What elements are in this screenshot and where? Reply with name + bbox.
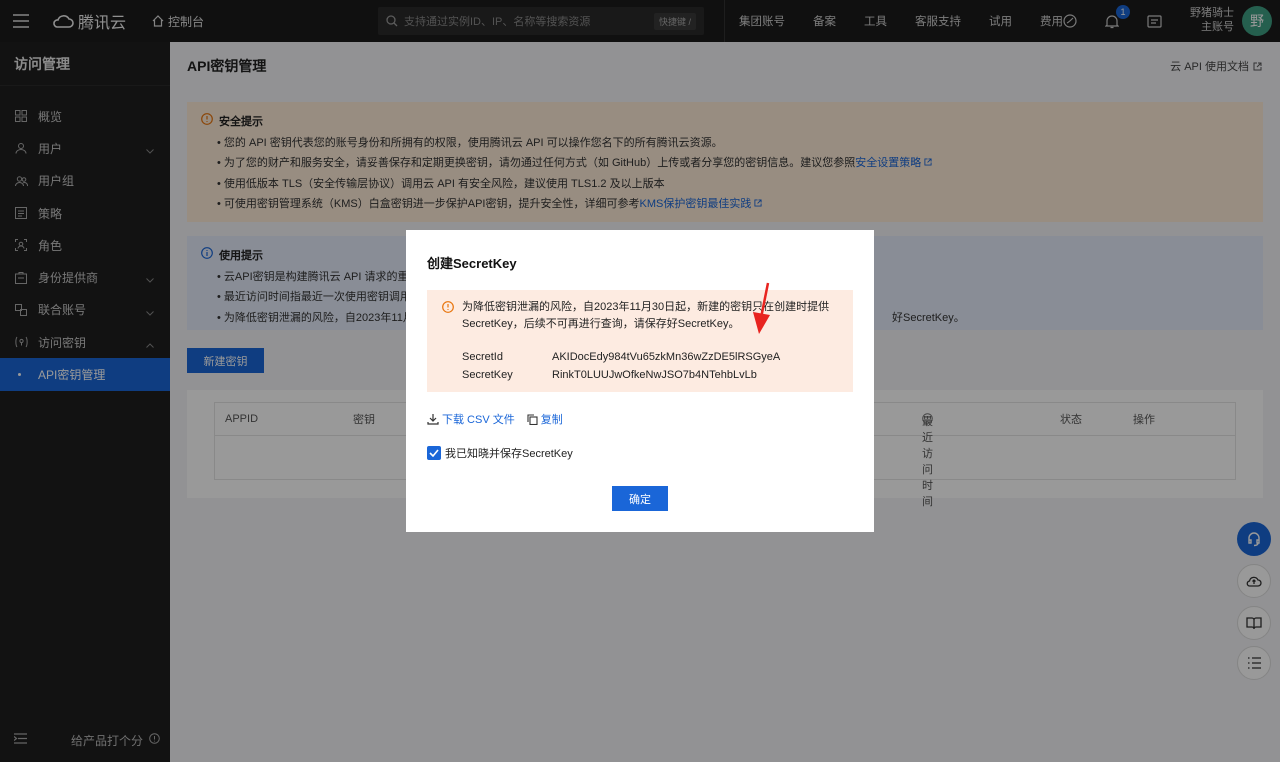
secret-key-row: SecretKey RinkT0LUUJwOfkeNwJSO7b4NTehbLvL… (462, 369, 757, 381)
download-csv-label: 下载 CSV 文件 (442, 414, 515, 426)
warning-icon (442, 301, 454, 319)
copy-button[interactable]: 复制 (527, 411, 563, 427)
secret-id-label: SecretId (462, 351, 503, 363)
secret-id-row: SecretId AKIDocEdy984tVu65zkMn36wZzDE5lRS… (462, 351, 780, 363)
secret-key-value: RinkT0LUUJwOfkeNwJSO7b4NTehbLvLb (552, 369, 757, 381)
dialog-warning-line-2: SecretKey，后续不可再进行查询，请保存好SecretKey。 (462, 318, 740, 330)
download-csv-button[interactable]: 下载 CSV 文件 (427, 411, 515, 427)
acknowledge-checkbox[interactable]: 我已知晓并保存SecretKey (427, 445, 573, 461)
copy-label: 复制 (540, 414, 563, 426)
acknowledge-label: 我已知晓并保存SecretKey (445, 448, 573, 460)
dialog-warning-line-1: 为降低密钥泄漏的风险，自2023年11月30日起，新建的密钥只在创建时提供 (462, 301, 830, 313)
download-icon (427, 414, 439, 425)
create-secretkey-dialog: 创建SecretKey 为降低密钥泄漏的风险，自2023年11月30日起，新建的… (406, 230, 874, 532)
checkbox-checked-icon[interactable] (427, 446, 441, 460)
dialog-title: 创建SecretKey (427, 256, 517, 271)
dialog-actions: 下载 CSV 文件 复制 (427, 411, 563, 427)
secret-id-value: AKIDocEdy984tVu65zkMn36wZzDE5lRSGyeA (552, 351, 781, 363)
secret-key-label: SecretKey (462, 369, 513, 381)
copy-icon (527, 413, 538, 425)
confirm-button[interactable]: 确定 (612, 486, 668, 511)
